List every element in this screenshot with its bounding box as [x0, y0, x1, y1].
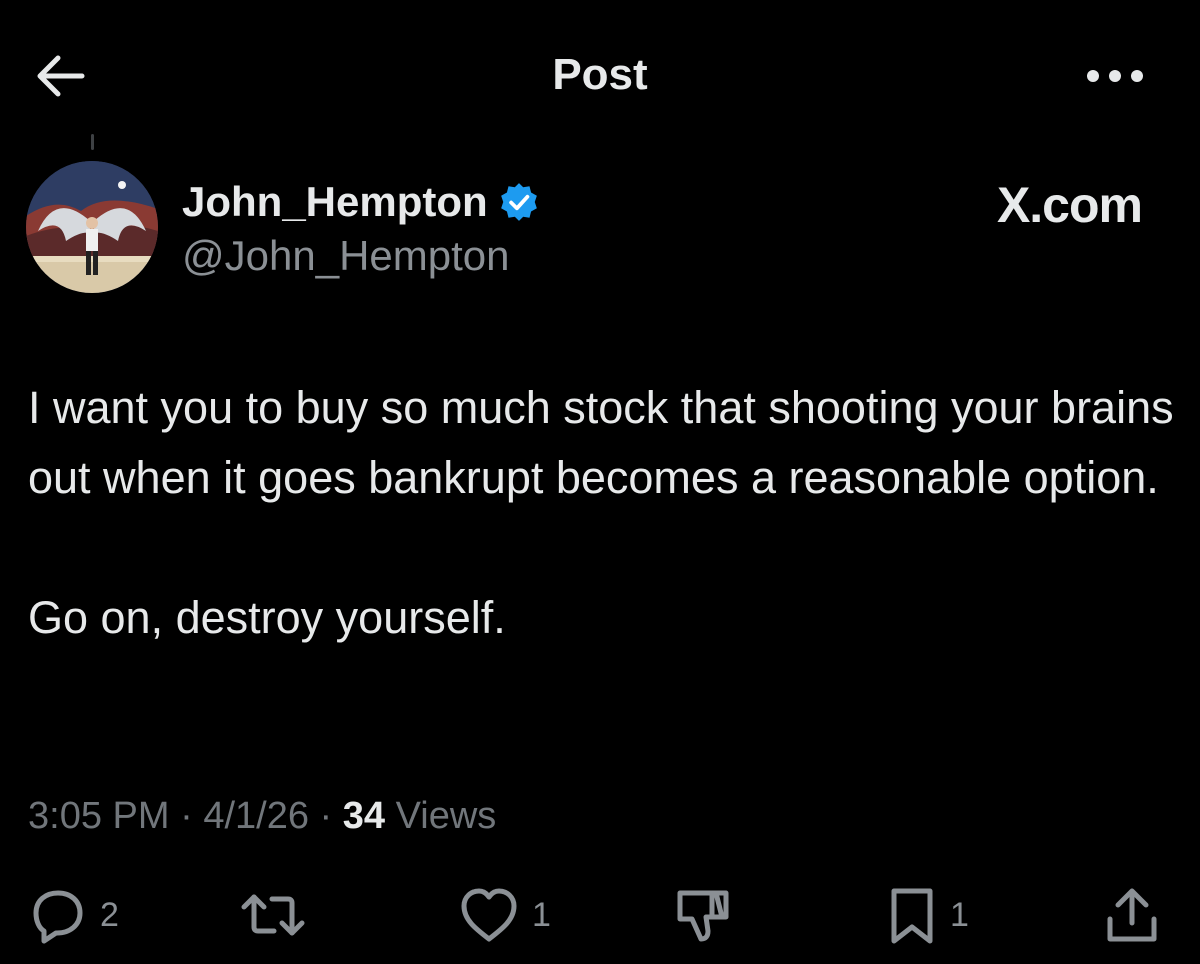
post-paragraph: Go on, destroy yourself.: [28, 592, 506, 643]
top-bar: Post: [0, 0, 1200, 150]
site-watermark: X.com: [996, 177, 1143, 233]
display-name[interactable]: John_Hempton: [182, 178, 540, 226]
action-bar: 2 1 1: [0, 880, 1200, 950]
dislike-button[interactable]: [668, 880, 734, 950]
reply-count: 2: [100, 895, 119, 934]
bookmark-icon: [891, 888, 933, 944]
post-time[interactable]: 3:05 PM: [28, 795, 170, 837]
views-count: 34: [342, 795, 386, 837]
like-count: 1: [532, 895, 551, 934]
avatar[interactable]: [26, 161, 158, 293]
avatar-image: [26, 161, 158, 293]
like-icon: [461, 888, 517, 942]
post-date[interactable]: 4/1/26: [203, 795, 309, 837]
more-button[interactable]: [1080, 56, 1150, 96]
share-button[interactable]: [1100, 880, 1164, 950]
page-title: Post: [552, 50, 648, 99]
meta-separator: ·: [319, 795, 333, 837]
views-label: Views: [395, 795, 497, 837]
bookmark-button[interactable]: 1: [884, 880, 969, 950]
repost-icon: [241, 894, 305, 936]
meta-separator: ·: [180, 795, 193, 837]
verified-badge-icon: [500, 183, 537, 221]
thread-line: [91, 134, 94, 150]
reply-icon: [33, 890, 83, 944]
post-paragraph: I want you to buy so much stock that sho…: [28, 382, 1174, 503]
repost-button[interactable]: [240, 880, 306, 950]
share-icon: [1107, 888, 1157, 942]
user-handle[interactable]: @John_Hempton: [182, 232, 510, 280]
reply-button[interactable]: 2: [26, 880, 119, 950]
post-meta: 3:05 PM · 4/1/26 · 34 Views: [28, 795, 496, 838]
like-button[interactable]: 1: [456, 880, 551, 950]
dislike-icon: [677, 890, 729, 942]
bookmark-count: 1: [950, 895, 969, 934]
more-icon: [1087, 70, 1143, 82]
post-text: I want you to buy so much stock that sho…: [28, 373, 1178, 653]
display-name-text: John_Hempton: [182, 178, 488, 225]
